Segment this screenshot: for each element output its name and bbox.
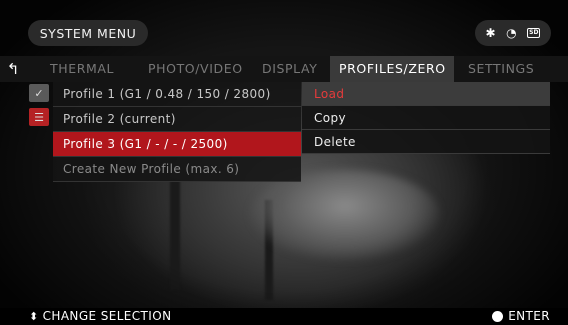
footer-right: ENTER [492,309,550,323]
system-menu-title: SYSTEM MENU [28,20,148,46]
tab-settings[interactable]: SETTINGS [454,56,544,82]
page-title: SYSTEM MENU [39,25,137,41]
menu-item-copy[interactable]: Copy [302,106,550,130]
footer-left: ⬍ CHANGE SELECTION [29,309,171,323]
footer-bar: ⬍ CHANGE SELECTION ENTER [0,308,568,325]
enter-button-icon [492,310,504,322]
enter-label: ENTER [508,309,550,323]
menu-item-load[interactable]: Load [302,82,550,106]
tab-photo-video[interactable]: PHOTO/VIDEO [148,56,262,82]
menu-item-delete[interactable]: Delete [302,130,550,154]
profile-list: Profile 1 (G1 / 0.48 / 150 / 2800) Profi… [53,82,301,182]
back-arrow-icon[interactable]: ↰ [0,60,26,78]
device-screen: SYSTEM MENU ✱ ◔ SD ↰ THERMAL PHOTO/VIDEO… [0,0,568,325]
status-bar: ✱ ◔ SD [475,20,551,46]
context-menu: Load Copy Delete [302,82,550,154]
tab-thermal[interactable]: THERMAL [50,56,148,82]
profile-list-icon[interactable]: ☰ [29,108,49,126]
up-down-arrows-icon: ⬍ [29,309,39,323]
profile-item-2[interactable]: Profile 2 (current) [53,107,301,132]
tab-profiles-zero[interactable]: PROFILES/ZERO [330,56,454,82]
wifi-icon: ◔ [506,26,517,40]
create-new-profile[interactable]: Create New Profile (max. 6) [53,157,301,182]
bluetooth-icon: ✱ [485,26,496,40]
change-selection-label: CHANGE SELECTION [42,309,172,323]
profile-item-1[interactable]: Profile 1 (G1 / 0.48 / 150 / 2800) [53,82,301,107]
sd-card-icon: SD [527,28,541,38]
profile-item-3[interactable]: Profile 3 (G1 / - / - / 2500) [53,132,301,157]
checkbox-icon[interactable]: ✓ [29,84,49,102]
tab-display[interactable]: DISPLAY [262,56,330,82]
tab-bar: ↰ THERMAL PHOTO/VIDEO DISPLAY PROFILES/Z… [0,56,568,82]
